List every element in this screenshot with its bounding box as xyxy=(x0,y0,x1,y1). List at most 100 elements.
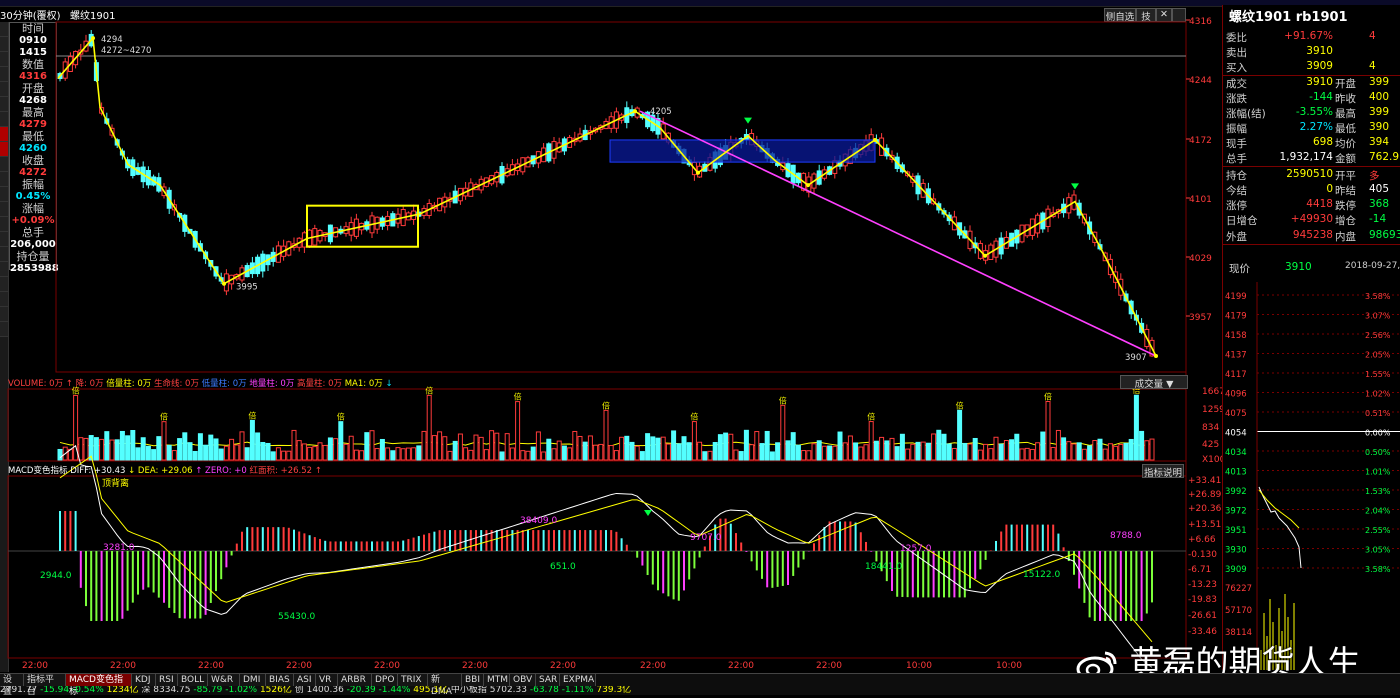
quote-label: 今结 xyxy=(1226,185,1247,197)
volume-bar xyxy=(847,435,853,461)
indicator-tab[interactable]: MACD变色指标 xyxy=(66,674,132,697)
quote-value: 2.27% xyxy=(1299,121,1333,133)
indicator-help-button[interactable]: 指标说明 xyxy=(1142,464,1184,479)
indicator-tab[interactable]: 新DMA xyxy=(428,674,462,697)
quote-row: 涨停 4418 跌停 368 xyxy=(1225,198,1400,213)
mini-percent-label: 3.05% xyxy=(1365,546,1391,555)
indicator-tab[interactable]: 指标平台 xyxy=(24,674,66,697)
macd-axis-label: -0.130 xyxy=(1188,550,1217,560)
volume-bar xyxy=(218,448,224,461)
volume-bar xyxy=(769,451,775,461)
quote-value2: 98693 xyxy=(1369,229,1400,241)
volume-bar xyxy=(109,439,115,461)
time-axis-label: 22:00 xyxy=(198,661,224,671)
volume-bar xyxy=(405,447,411,461)
quote-value2: 多 xyxy=(1369,170,1380,182)
macd-axis-label: -6.71 xyxy=(1188,565,1211,575)
quote-label2: 开平 xyxy=(1335,170,1356,182)
mini-percent-label: 3.58% xyxy=(1365,565,1391,574)
green-arrow-icon xyxy=(644,510,652,516)
macd-annotation: 55430.0 xyxy=(278,612,315,622)
volume-bar xyxy=(702,451,708,461)
volume-bar xyxy=(463,447,469,461)
volume-bar xyxy=(567,447,573,461)
macd-axis-label: +20.36 xyxy=(1188,504,1222,514)
mini-percent-label: 1.01% xyxy=(1365,468,1391,477)
zigzag-wave-line xyxy=(57,36,1157,357)
volume-bar xyxy=(728,433,734,461)
volume-bar xyxy=(832,445,838,461)
volume-bar xyxy=(775,442,781,461)
volume-indicator-select[interactable]: 成交量 ▼ xyxy=(1120,375,1188,390)
quote-label: 现手 xyxy=(1226,138,1247,150)
candlestick-chart[interactable]: 4316 4244 4172 4101 4029 3957 42944272~4270 420… xyxy=(0,0,1222,673)
volume-axis-label: 834 xyxy=(1202,423,1219,433)
indicator-tab[interactable]: ASI xyxy=(294,674,316,686)
indicator-tab[interactable]: ARBR xyxy=(338,674,372,686)
indicator-tab[interactable]: KDJ xyxy=(132,674,156,686)
indicator-tab[interactable]: MTM xyxy=(484,674,510,686)
quote-label: 涨幅(结) xyxy=(1226,108,1266,120)
volume-bar xyxy=(733,449,739,461)
quote-divider xyxy=(1223,75,1400,76)
volume-bar xyxy=(296,440,302,461)
volume-bar xyxy=(192,450,198,461)
indicator-tab[interactable]: W&R xyxy=(208,674,240,686)
volume-bar xyxy=(114,439,120,461)
volume-bar xyxy=(255,432,261,461)
volume-bar xyxy=(1102,448,1108,461)
mini-percent-label: 0.51% xyxy=(1365,409,1391,418)
quote-label2: 开盘 xyxy=(1335,78,1356,90)
time-axis-label: 22:00 xyxy=(286,661,312,671)
indicator-tab[interactable]: BBI xyxy=(462,674,484,686)
volume-bar xyxy=(416,445,422,461)
volume-bar xyxy=(967,443,973,461)
indicator-tab[interactable]: OBV xyxy=(510,674,536,686)
high-price-label: 4294 xyxy=(101,35,123,45)
volume-axis-label: 1667 xyxy=(1202,387,1222,397)
double-volume-marker: 倍 xyxy=(779,395,787,405)
volume-bar xyxy=(587,435,593,461)
macd-annotation: 651.0 xyxy=(550,562,576,572)
indicator-value: ↑ ZERO: +0 xyxy=(195,466,250,476)
indicator-tabs: 设置 指标平台 MACD变色指标 KDJ RSI BOLL W&R DMI BIAS ASI VR A… xyxy=(0,674,700,697)
volume-bar xyxy=(879,436,885,461)
volume-select-label: 成交量 xyxy=(1134,379,1164,390)
indicator-tab[interactable]: 设置 xyxy=(0,674,24,697)
volume-bar xyxy=(639,451,645,461)
macd-axis-label: -19.83 xyxy=(1188,595,1217,605)
volume-bar xyxy=(619,436,625,461)
indicator-tab[interactable]: EXPMA xyxy=(560,674,596,686)
double-volume-marker: 倍 xyxy=(867,412,875,422)
volume-bar xyxy=(161,421,167,461)
quote-label2: 跌停 xyxy=(1335,200,1356,212)
volume-bar xyxy=(723,432,729,461)
volume-bar xyxy=(301,443,307,461)
mini-price-label: 3930 xyxy=(1225,546,1247,556)
now-price-row: 现价 3910 2018-09-27, xyxy=(1225,261,1400,276)
volume-bar xyxy=(343,443,349,461)
indicator-tab[interactable]: BOLL xyxy=(178,674,208,686)
indicator-tab[interactable]: RSI xyxy=(156,674,178,686)
quote-row: 委比 +91.67% 4 xyxy=(1225,30,1400,45)
macd-axis-label: -26.61 xyxy=(1188,611,1217,621)
indicator-tab[interactable]: TRIX xyxy=(398,674,428,686)
intraday-mini-chart[interactable]: 4199 3.58% 4179 3.07% 4158 2.56% 4137 2.05% 4117… xyxy=(1223,282,1400,670)
volume-bar xyxy=(1097,438,1103,461)
indicator-tab[interactable]: SAR xyxy=(536,674,560,686)
indicator-tab[interactable]: VR xyxy=(316,674,338,686)
volume-bar xyxy=(998,443,1004,461)
price-axis-label: 4316 xyxy=(1189,17,1212,27)
indicator-tab[interactable]: BIAS xyxy=(266,674,294,686)
high-range-label: 4272~4270 xyxy=(101,46,151,56)
double-volume-marker: 倍 xyxy=(1044,392,1052,402)
quote-value2: 399 xyxy=(1369,76,1390,88)
price-axis-label: 4172 xyxy=(1189,136,1212,146)
indicator-tab[interactable]: DMI xyxy=(240,674,266,686)
indicator-value: VOLUME: 0万 xyxy=(8,379,66,389)
volume-bar xyxy=(119,430,125,461)
volume-bar xyxy=(177,438,183,461)
macd-annotation: 顶背离 xyxy=(102,477,129,489)
indicator-tab[interactable]: DPO xyxy=(372,674,398,686)
volume-bar xyxy=(925,442,931,461)
